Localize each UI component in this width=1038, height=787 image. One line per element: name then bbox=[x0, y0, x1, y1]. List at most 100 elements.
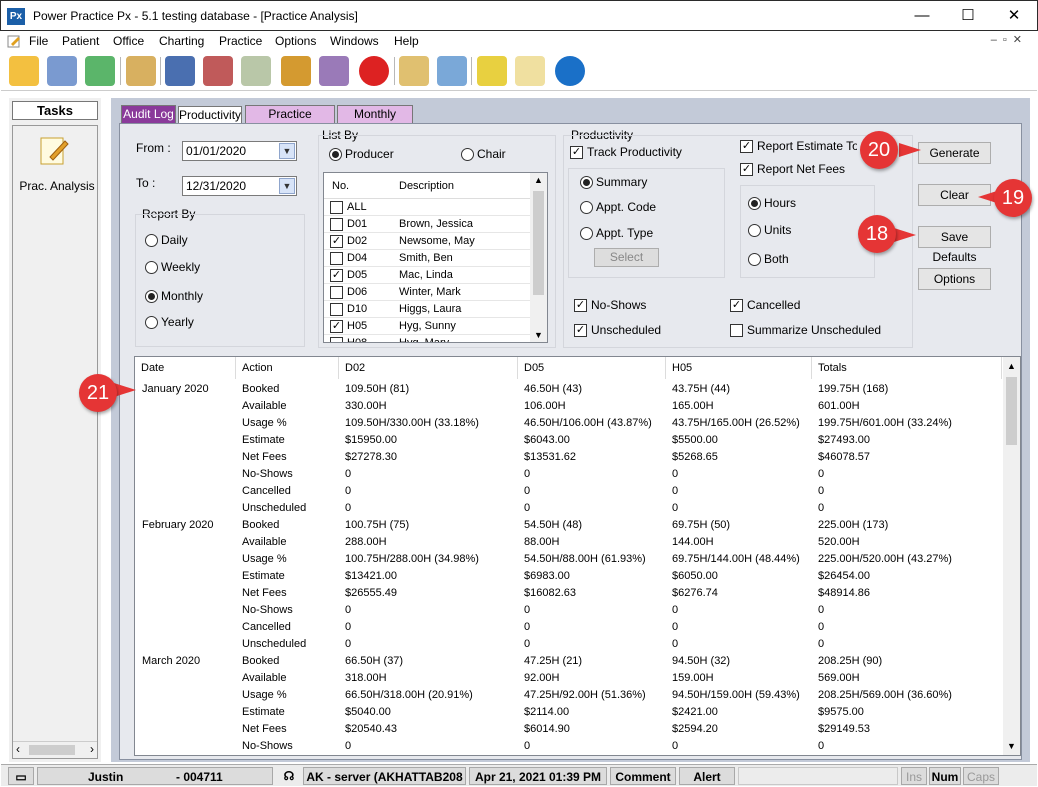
unscheduled-checkbox[interactable]: ✓ bbox=[574, 324, 587, 337]
gift-box-icon[interactable] bbox=[281, 56, 311, 86]
list-item[interactable]: ✓ H05 Hyg, Sunny bbox=[324, 318, 530, 335]
options-button[interactable]: Options bbox=[918, 268, 991, 290]
tab-productivity[interactable]: Productivity bbox=[178, 106, 242, 124]
col-d05-header[interactable]: D05 bbox=[518, 357, 666, 379]
list-item[interactable]: D01 Brown, Jessica bbox=[324, 216, 530, 233]
radio-chair[interactable] bbox=[461, 148, 474, 161]
summarize-unscheduled-checkbox[interactable] bbox=[730, 324, 743, 337]
menu-file[interactable]: File bbox=[29, 34, 48, 48]
radio-both[interactable] bbox=[748, 253, 761, 266]
results-grid[interactable]: Date Action D02 D05 H05 Totals January 2… bbox=[134, 356, 1021, 756]
col-totals-header[interactable]: Totals bbox=[812, 357, 1002, 379]
select-button[interactable]: Select bbox=[594, 248, 659, 267]
producer-no: H08 bbox=[347, 337, 368, 343]
mdi-window-controls[interactable]: –▫✕ bbox=[991, 33, 1028, 46]
radio-appt-code[interactable] bbox=[580, 201, 593, 214]
producer-list[interactable]: No. Description ALL D01 Brown, Jessica ✓ D02… bbox=[323, 172, 548, 343]
radio-yearly[interactable] bbox=[145, 316, 158, 329]
minimize-button[interactable]: — bbox=[899, 1, 945, 31]
documents-icon[interactable] bbox=[399, 56, 429, 86]
tasks-hscrollbar[interactable]: ‹ › bbox=[13, 741, 97, 758]
edi-icon[interactable] bbox=[319, 56, 349, 86]
col-d02-header[interactable]: D02 bbox=[339, 357, 518, 379]
col-action-header[interactable]: Action bbox=[236, 357, 339, 379]
radio-appt-type[interactable] bbox=[580, 227, 593, 240]
close-button[interactable]: ✕ bbox=[991, 1, 1037, 31]
money-exchange-icon[interactable] bbox=[85, 56, 115, 86]
radio-daily[interactable] bbox=[145, 234, 158, 247]
notepad-check-icon[interactable] bbox=[477, 56, 507, 86]
list-vscrollbar[interactable]: ▲ ▼ bbox=[530, 173, 547, 342]
list-item[interactable]: D04 Smith, Ben bbox=[324, 250, 530, 267]
cell-action: Unscheduled bbox=[242, 638, 307, 650]
report-net-fees-checkbox[interactable]: ✓ bbox=[740, 163, 753, 176]
col-date-header[interactable]: Date bbox=[135, 357, 236, 379]
producer-checkbox[interactable]: ✓ bbox=[330, 320, 343, 333]
radio-hours[interactable] bbox=[748, 197, 761, 210]
tab-monthly-goals[interactable]: Monthly Goals bbox=[337, 105, 413, 137]
track-productivity-checkbox[interactable]: ✓ bbox=[570, 146, 583, 159]
cell-action: Net Fees bbox=[242, 451, 287, 463]
producer-checkbox[interactable] bbox=[330, 218, 343, 231]
chevron-down-icon[interactable]: ▼ bbox=[279, 178, 295, 194]
maximize-button[interactable]: ☐ bbox=[945, 1, 991, 31]
list-item[interactable]: D10 Higgs, Laura bbox=[324, 301, 530, 318]
radio-weekly[interactable] bbox=[145, 261, 158, 274]
chair-label: Chair bbox=[477, 147, 506, 161]
save-defaults-button[interactable]: Save Defaults bbox=[918, 226, 991, 264]
cell-d02: 66.50H (37) bbox=[345, 655, 404, 667]
menu-windows[interactable]: Windows bbox=[330, 34, 379, 48]
task-prac-analysis[interactable]: Prac. Analysis bbox=[16, 179, 98, 193]
tab-practice-analysis[interactable]: Practice Analysis bbox=[245, 105, 335, 137]
menu-help[interactable]: Help bbox=[394, 34, 419, 48]
chevron-down-icon[interactable]: ▼ bbox=[279, 143, 295, 159]
menu-office[interactable]: Office bbox=[113, 34, 144, 48]
chart-icon[interactable] bbox=[241, 56, 271, 86]
list-item[interactable]: ✓ D05 Mac, Linda bbox=[324, 267, 530, 284]
producer-checkbox[interactable]: ✓ bbox=[330, 269, 343, 282]
no-shows-checkbox[interactable]: ✓ bbox=[574, 299, 587, 312]
practice-analysis-icon[interactable] bbox=[38, 135, 70, 167]
radio-units[interactable] bbox=[748, 224, 761, 237]
menu-patient[interactable]: Patient bbox=[62, 34, 99, 48]
radio-monthly[interactable] bbox=[145, 290, 158, 303]
radio-summary[interactable] bbox=[580, 176, 593, 189]
pen-edit-icon[interactable] bbox=[126, 56, 156, 86]
list-item[interactable]: D06 Winter, Mark bbox=[324, 284, 530, 301]
unscheduled-label: Unscheduled bbox=[591, 323, 662, 337]
list-item[interactable]: H08 Hyg, Mary bbox=[324, 335, 530, 343]
to-date-input[interactable]: 12/31/2020 ▼ bbox=[182, 176, 297, 196]
menu-practice[interactable]: Practice bbox=[219, 34, 262, 48]
radio-producer[interactable] bbox=[329, 148, 342, 161]
book-icon[interactable] bbox=[165, 56, 195, 86]
producer-checkbox[interactable] bbox=[330, 303, 343, 316]
patients-icon[interactable] bbox=[47, 56, 77, 86]
notes-icon[interactable] bbox=[515, 56, 545, 86]
grid-vscrollbar[interactable]: ▲ ▼ bbox=[1003, 357, 1020, 755]
menu-charting[interactable]: Charting bbox=[159, 34, 204, 48]
status-comment[interactable]: Comment bbox=[610, 767, 676, 785]
producer-checkbox[interactable]: ✓ bbox=[330, 235, 343, 248]
medicine-bottle-icon[interactable] bbox=[437, 56, 467, 86]
status-alert[interactable]: Alert bbox=[679, 767, 735, 785]
cell-d05: 0 bbox=[524, 740, 531, 752]
cell-totals: 0 bbox=[818, 740, 825, 752]
info-icon[interactable] bbox=[555, 56, 585, 86]
producer-checkbox[interactable] bbox=[330, 286, 343, 299]
cancelled-checkbox[interactable]: ✓ bbox=[730, 299, 743, 312]
menu-options[interactable]: Options bbox=[275, 34, 316, 48]
generate-button[interactable]: Generate bbox=[918, 142, 991, 164]
camera-icon[interactable]: ▭ bbox=[8, 767, 34, 785]
tab-audit-log[interactable]: Audit Log bbox=[121, 105, 176, 123]
report-estimate-total-checkbox[interactable]: ✓ bbox=[740, 140, 753, 153]
producer-checkbox[interactable] bbox=[330, 252, 343, 265]
list-item[interactable]: ALL bbox=[324, 199, 530, 216]
open-folder-icon[interactable] bbox=[9, 56, 39, 86]
col-h05-header[interactable]: H05 bbox=[666, 357, 812, 379]
producer-checkbox[interactable] bbox=[330, 201, 343, 214]
stop-icon[interactable] bbox=[359, 56, 389, 86]
calendar-icon[interactable] bbox=[203, 56, 233, 86]
producer-checkbox[interactable] bbox=[330, 337, 343, 342]
from-date-input[interactable]: 01/01/2020 ▼ bbox=[182, 141, 297, 161]
list-item[interactable]: ✓ D02 Newsome, May bbox=[324, 233, 530, 250]
